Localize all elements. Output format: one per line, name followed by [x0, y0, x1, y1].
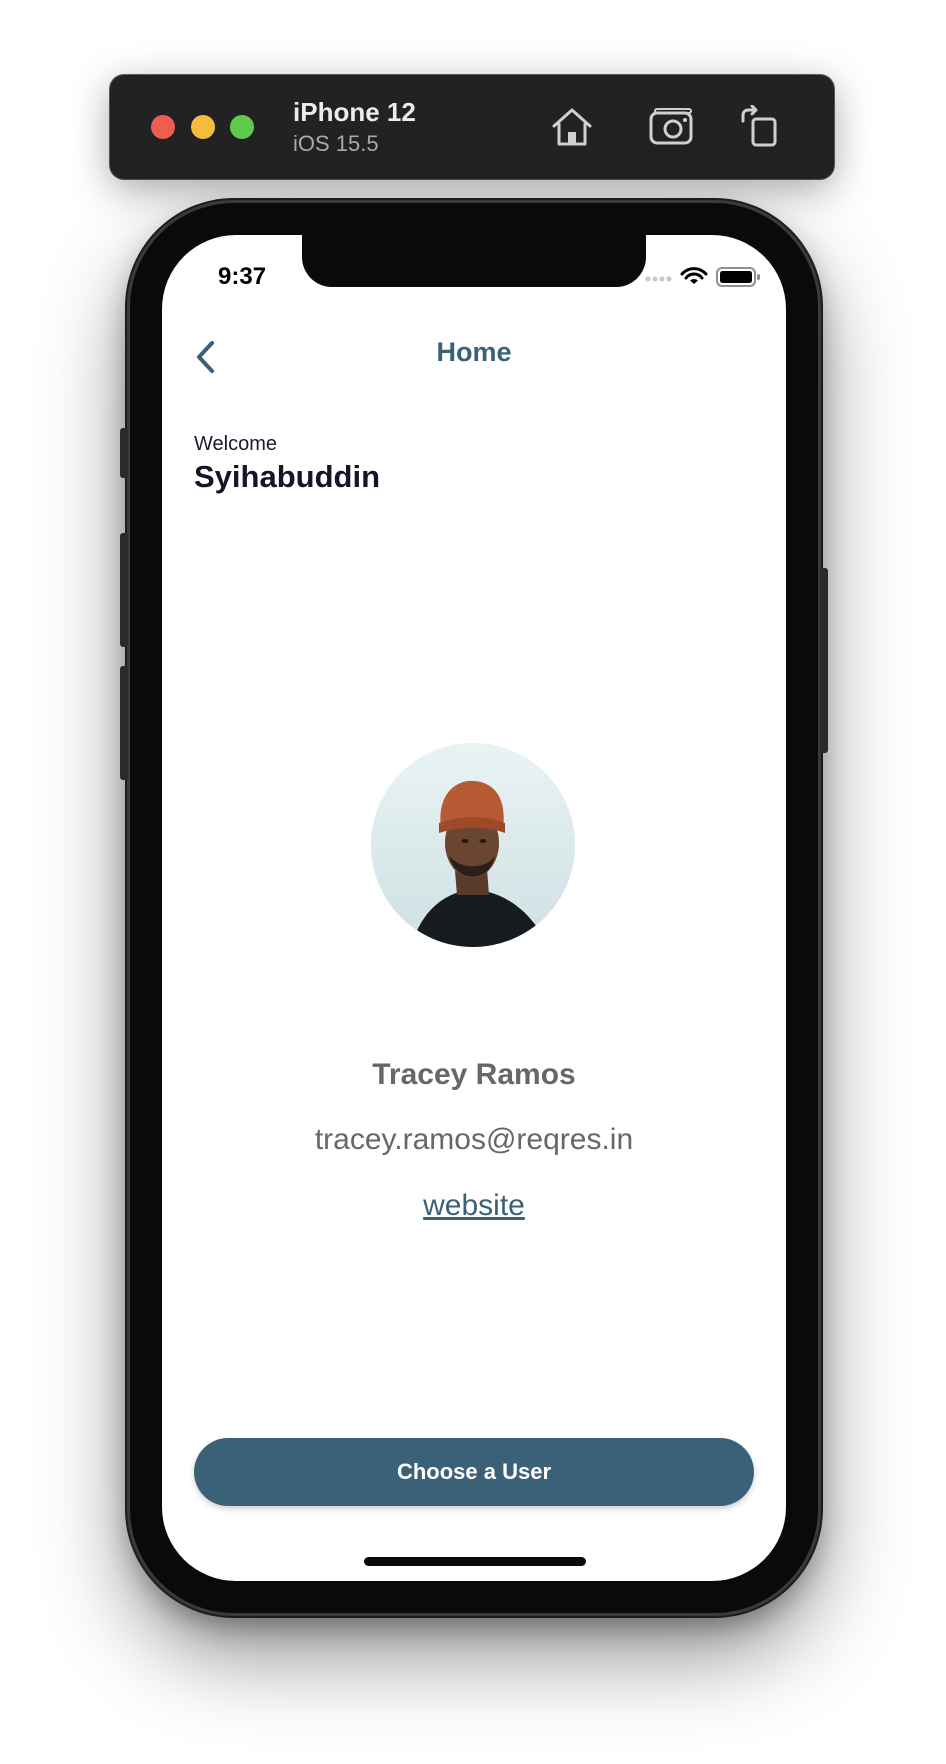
- volume-up-button: [120, 533, 128, 647]
- battery-icon: [716, 267, 760, 287]
- notch: [302, 235, 646, 287]
- home-indicator: [364, 1557, 586, 1566]
- minimize-window-button[interactable]: [191, 115, 215, 139]
- avatar: [371, 743, 575, 947]
- page-title: Home: [436, 337, 512, 367]
- app-screen: 9:37 Home Welcome Syihabuddin Tracey Ram…: [162, 235, 786, 1581]
- zoom-window-button[interactable]: [230, 115, 254, 139]
- os-version: iOS 15.5: [293, 131, 379, 156]
- mute-switch: [120, 428, 128, 478]
- status-icons: [644, 265, 764, 289]
- device-frame: 9:37 Home Welcome Syihabuddin Tracey Ram…: [120, 203, 828, 1613]
- device-name: iPhone 12: [293, 97, 416, 127]
- rotate-icon[interactable]: [737, 104, 785, 149]
- welcome-name: Syihabuddin: [194, 459, 380, 494]
- signal-icon: [645, 276, 672, 282]
- choose-user-button[interactable]: Choose a User: [194, 1438, 754, 1506]
- simulator-toolbar: iPhone 12 iOS 15.5: [110, 75, 834, 179]
- wifi-icon: [680, 267, 708, 284]
- home-icon[interactable]: [548, 105, 596, 149]
- user-email: tracey.ramos@reqres.in: [314, 1123, 634, 1156]
- user-name: Tracey Ramos: [372, 1058, 576, 1091]
- power-button: [820, 568, 828, 753]
- status-time: 9:37: [218, 263, 267, 290]
- website-link[interactable]: website: [162, 1189, 786, 1223]
- volume-down-button: [120, 666, 128, 780]
- welcome-label: Welcome: [194, 433, 277, 455]
- close-window-button[interactable]: [151, 115, 175, 139]
- screenshot-icon[interactable]: [648, 105, 696, 149]
